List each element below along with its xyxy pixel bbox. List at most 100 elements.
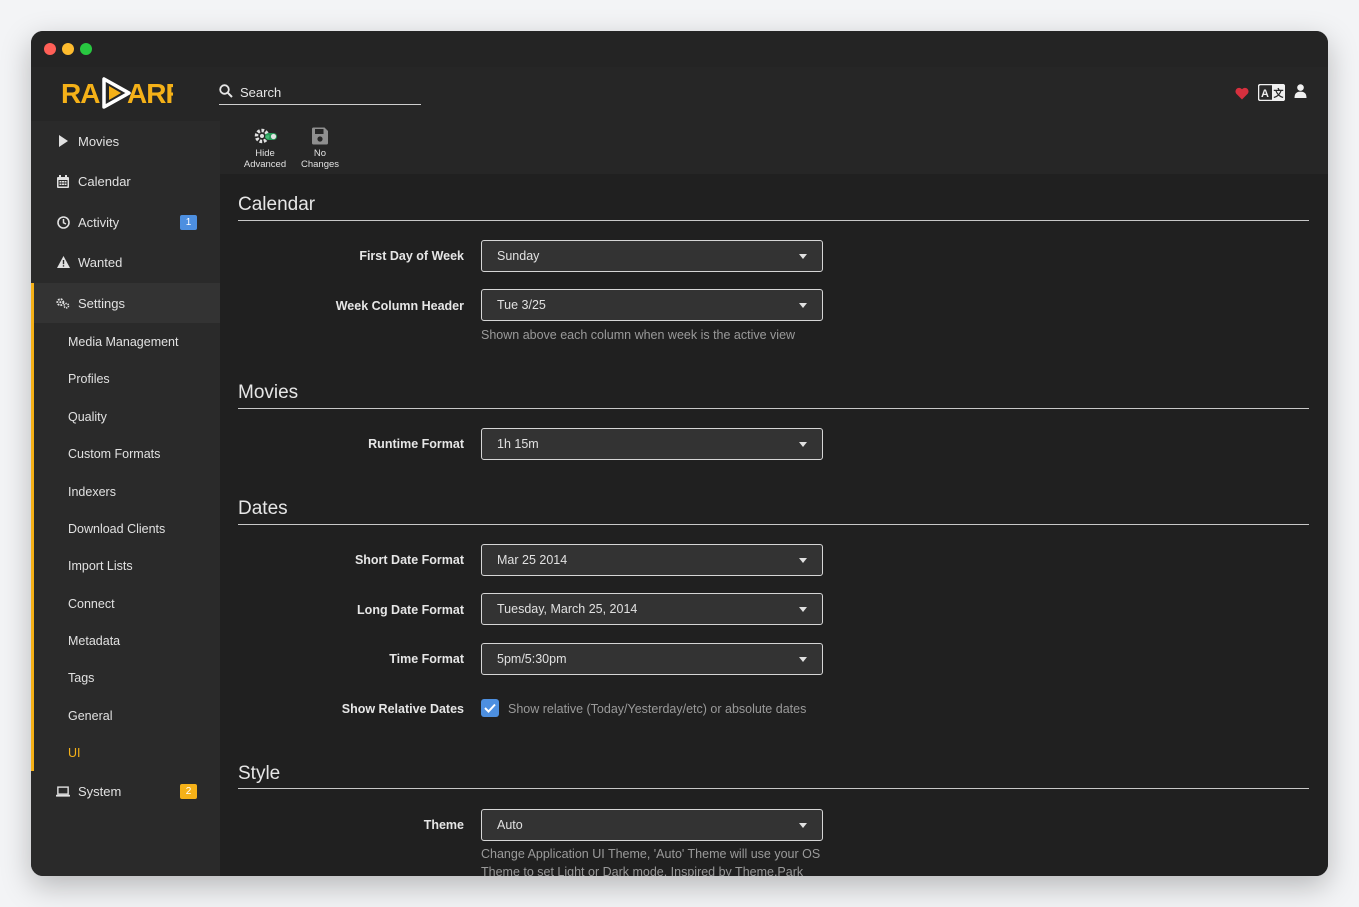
clock-icon xyxy=(56,215,70,229)
search-box xyxy=(219,81,421,105)
sidebar-subitem-quality[interactable]: Quality xyxy=(68,410,107,424)
translate-icon[interactable]: A 文 xyxy=(1258,84,1285,101)
sidebar-item-label: Calendar xyxy=(78,173,131,189)
sidebar-subitem-import-lists[interactable]: Import Lists xyxy=(68,559,133,573)
sidebar-item-label: Settings xyxy=(78,295,125,311)
svg-text:RA: RA xyxy=(61,78,100,109)
settings-active-indicator xyxy=(31,283,34,771)
sidebar-subitem-metadata[interactable]: Metadata xyxy=(68,634,120,648)
sidebar-item-settings[interactable]: Settings xyxy=(31,283,220,323)
search-icon xyxy=(219,84,233,98)
sidebar-item-wanted[interactable]: Wanted xyxy=(31,242,220,282)
no-changes-label-1: No xyxy=(313,148,327,159)
select-value: Sunday xyxy=(497,249,540,263)
select-value: Auto xyxy=(497,818,523,832)
maximize-window-button[interactable] xyxy=(80,43,92,55)
sidebar-subitem-download-clients[interactable]: Download Clients xyxy=(68,522,165,536)
top-header: RA ARR A 文 xyxy=(31,67,1328,121)
theme-help-line-2: Theme to set Light or Dark mode. Inspire… xyxy=(481,865,804,876)
sidebar-item-activity[interactable]: Activity 1 xyxy=(31,202,220,242)
play-icon xyxy=(56,134,70,148)
sidebar-item-label: Movies xyxy=(78,133,120,149)
select-value: Mar 25 2014 xyxy=(497,553,568,567)
page-toolbar: Hide Advanced No Changes xyxy=(220,121,1328,174)
sidebar-subitem-indexers[interactable]: Indexers xyxy=(68,485,116,499)
warning-icon xyxy=(56,255,70,269)
first-day-of-week-select[interactable]: Sunday xyxy=(481,240,823,272)
sidebar-subitem-custom-formats[interactable]: Custom Formats xyxy=(68,447,160,461)
theme-label: Theme xyxy=(423,818,464,832)
long-date-format-select[interactable]: Tuesday, March 25, 2014 xyxy=(481,593,823,625)
save-icon xyxy=(312,127,328,145)
select-value: 1h 15m xyxy=(497,437,539,451)
show-relative-dates-label: Show Relative Dates xyxy=(341,702,464,716)
search-input[interactable] xyxy=(240,81,420,103)
week-column-header-help: Shown above each column when week is the… xyxy=(481,328,796,342)
activity-count-badge: 1 xyxy=(180,214,197,230)
sidebar: Movies Calendar Activity 1 Wanted Settin… xyxy=(31,121,220,876)
cogs-icon xyxy=(56,296,70,310)
heart-icon[interactable] xyxy=(1235,87,1249,100)
system-count-badge: 2 xyxy=(180,783,197,799)
caret-down-icon xyxy=(799,607,807,612)
theme-help-line-1: Change Application UI Theme, 'Auto' Them… xyxy=(481,847,821,861)
svg-text:文: 文 xyxy=(1274,87,1285,100)
svg-text:ARR: ARR xyxy=(127,78,173,109)
radarr-logo[interactable]: RA ARR xyxy=(61,73,173,113)
sidebar-subitem-media-management[interactable]: Media Management xyxy=(68,335,178,349)
runtime-format-select[interactable]: 1h 15m xyxy=(481,428,823,460)
section-divider xyxy=(238,524,1309,525)
caret-down-icon xyxy=(799,657,807,662)
first-day-of-week-label: First Day of Week xyxy=(359,249,464,263)
section-divider xyxy=(238,220,1309,221)
section-divider xyxy=(238,788,1309,789)
caret-down-icon xyxy=(799,254,807,259)
sidebar-item-label: Wanted xyxy=(78,254,123,270)
sidebar-subitem-profiles[interactable]: Profiles xyxy=(68,372,110,386)
caret-down-icon xyxy=(799,442,807,447)
select-value: 5pm/5:30pm xyxy=(497,652,567,666)
window-titlebar xyxy=(31,31,1328,67)
calendar-icon xyxy=(56,174,70,188)
short-date-format-label: Short Date Format xyxy=(354,553,464,567)
select-value: Tue 3/25 xyxy=(497,298,546,312)
theme-select[interactable]: Auto xyxy=(481,809,823,841)
checkmark-icon xyxy=(484,703,496,713)
svg-text:A: A xyxy=(1261,88,1269,100)
sidebar-subitem-general[interactable]: General xyxy=(68,709,112,723)
laptop-icon xyxy=(56,784,70,798)
section-divider xyxy=(238,408,1309,409)
hide-advanced-label-2: Advanced xyxy=(243,159,287,170)
time-format-label: Time Format xyxy=(389,652,464,666)
advanced-cog-icon xyxy=(254,128,277,144)
sidebar-subitem-connect[interactable]: Connect xyxy=(68,597,115,611)
long-date-format-label: Long Date Format xyxy=(357,603,464,617)
show-relative-dates-checkbox[interactable] xyxy=(481,699,499,717)
select-value: Tuesday, March 25, 2014 xyxy=(497,602,638,616)
close-window-button[interactable] xyxy=(44,43,56,55)
caret-down-icon xyxy=(799,303,807,308)
section-title-movies: Movies xyxy=(238,382,299,403)
week-column-header-select[interactable]: Tue 3/25 xyxy=(481,289,823,321)
caret-down-icon xyxy=(799,823,807,828)
section-title-style: Style xyxy=(238,763,281,784)
short-date-format-select[interactable]: Mar 25 2014 xyxy=(481,544,823,576)
sidebar-item-system[interactable]: System 2 xyxy=(31,771,220,811)
save-button[interactable]: No Changes xyxy=(298,126,342,170)
sidebar-subitem-tags[interactable]: Tags xyxy=(68,671,94,685)
hide-advanced-button[interactable]: Hide Advanced xyxy=(242,126,288,170)
week-column-header-label: Week Column Header xyxy=(335,299,464,313)
sidebar-subitem-ui[interactable]: UI xyxy=(68,746,81,760)
time-format-select[interactable]: 5pm/5:30pm xyxy=(481,643,823,675)
minimize-window-button[interactable] xyxy=(62,43,74,55)
no-changes-label-2: Changes xyxy=(300,159,340,170)
show-relative-dates-help: Show relative (Today/Yesterday/etc) or a… xyxy=(508,702,807,716)
user-icon[interactable] xyxy=(1294,84,1307,98)
runtime-format-label: Runtime Format xyxy=(368,437,464,451)
hide-advanced-label-1: Hide xyxy=(255,148,275,159)
sidebar-item-calendar[interactable]: Calendar xyxy=(31,161,220,201)
caret-down-icon xyxy=(799,558,807,563)
sidebar-item-movies[interactable]: Movies xyxy=(31,121,220,161)
section-title-calendar: Calendar xyxy=(238,194,316,215)
section-title-dates: Dates xyxy=(238,498,288,519)
